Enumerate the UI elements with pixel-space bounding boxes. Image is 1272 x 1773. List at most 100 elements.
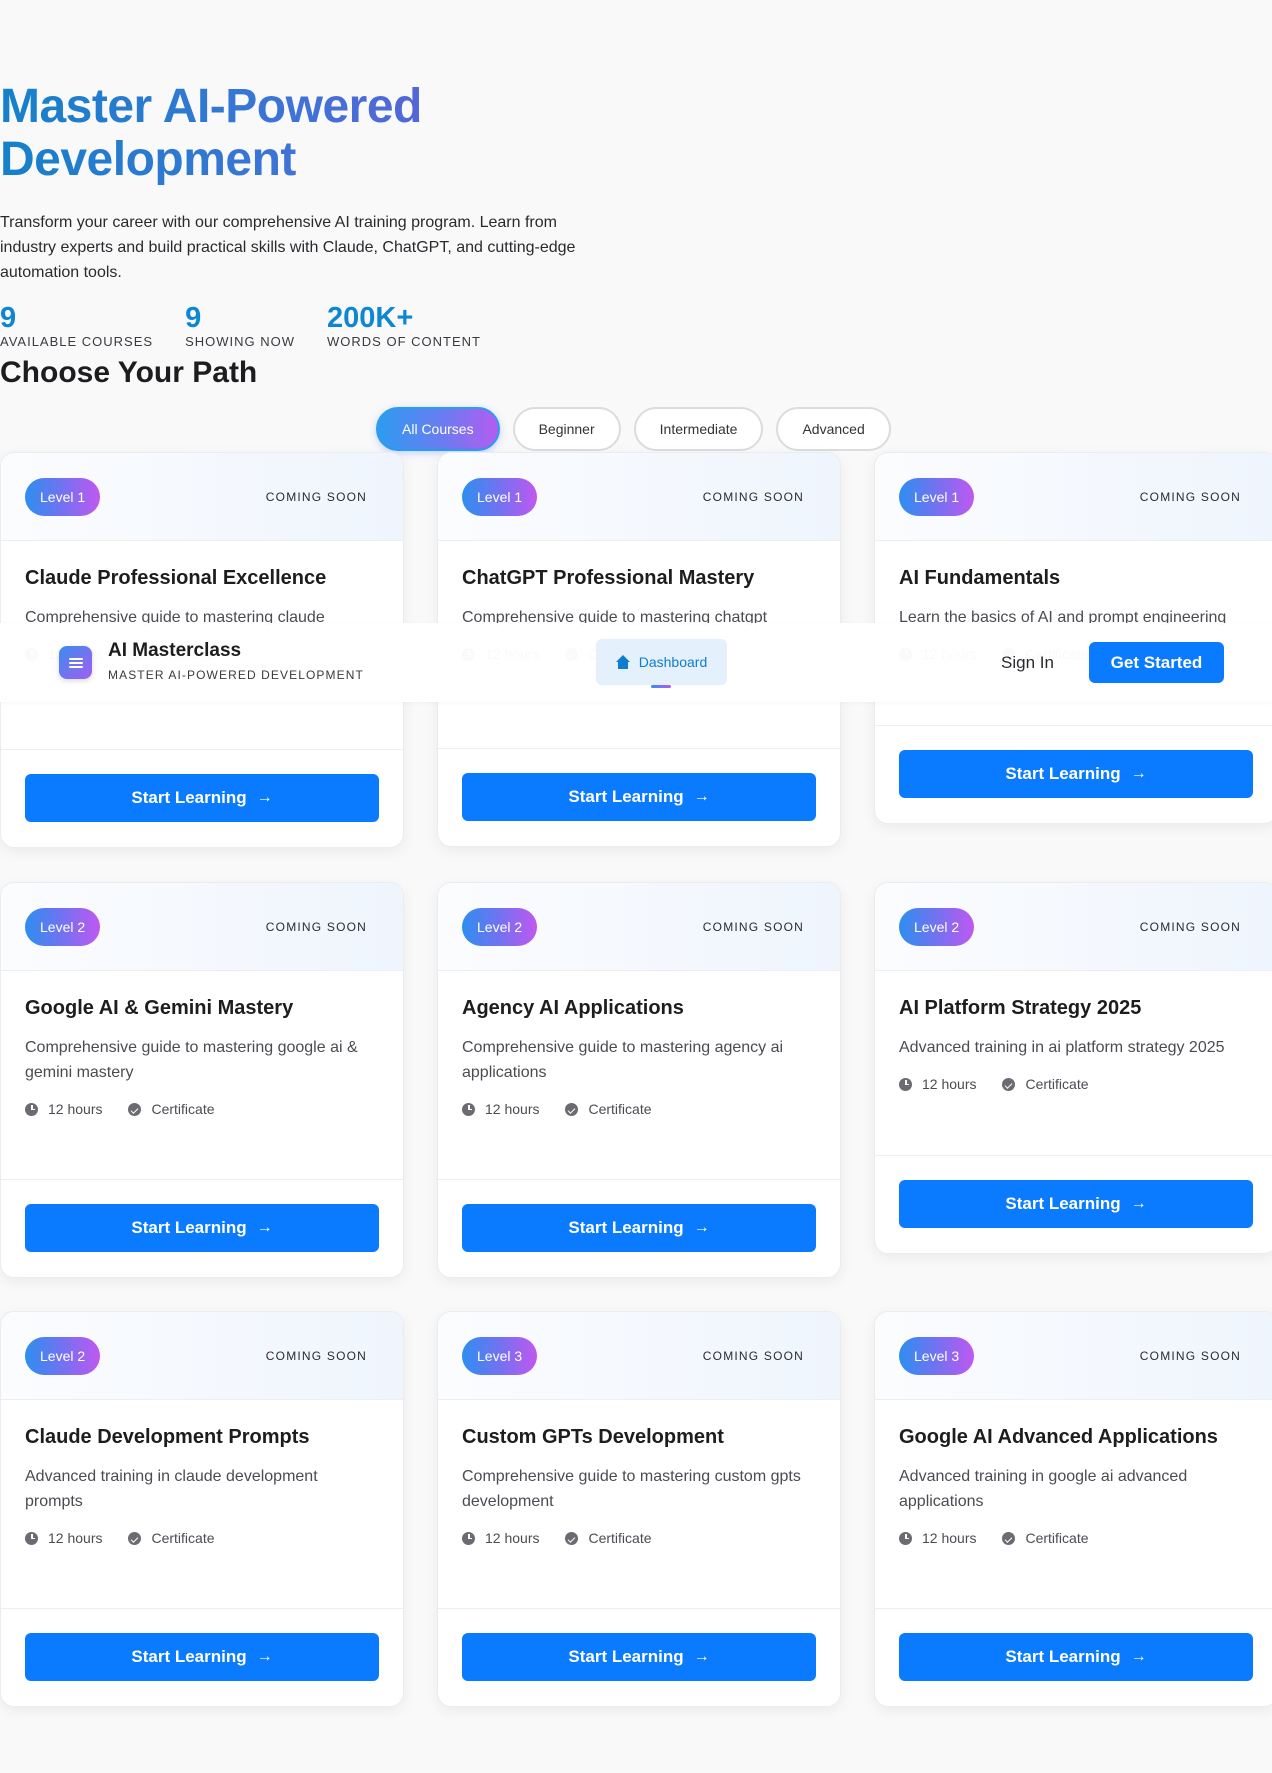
course-meta: 12 hours Certificate xyxy=(25,1101,379,1117)
certificate: Certificate xyxy=(565,1530,652,1546)
certificate: Certificate xyxy=(1002,1076,1089,1092)
start-learning-button[interactable]: Start Learning → xyxy=(462,1633,816,1681)
start-learning-label: Start Learning xyxy=(568,1218,684,1237)
hero-title-line2: Development xyxy=(0,133,296,186)
filter-bar: All Courses Beginner Intermediate Advanc… xyxy=(376,407,891,451)
check-circle-icon xyxy=(128,1531,142,1545)
duration-label: 12 hours xyxy=(922,1530,977,1546)
nav-dashboard[interactable]: Dashboard xyxy=(596,639,727,685)
arrow-right-icon: → xyxy=(1130,1195,1147,1212)
level-badge: Level 1 xyxy=(899,477,975,516)
start-learning-label: Start Learning xyxy=(568,787,684,806)
start-learning-button[interactable]: Start Learning → xyxy=(899,1180,1253,1228)
hero-title: Master AI-Powered Development xyxy=(0,80,640,186)
level-badge: Level 3 xyxy=(462,1336,538,1375)
start-learning-label: Start Learning xyxy=(131,1218,247,1237)
start-learning-button[interactable]: Start Learning → xyxy=(899,750,1253,798)
course-card-header: Level 2 COMING SOON xyxy=(1,883,403,971)
duration: 12 hours xyxy=(899,1530,976,1546)
navbar: AI Masterclass MASTER AI-POWERED DEVELOP… xyxy=(0,623,1272,702)
certificate-label: Certificate xyxy=(1025,1076,1089,1092)
certificate-label: Certificate xyxy=(151,1101,215,1117)
course-card-header: Level 1 COMING SOON xyxy=(438,453,840,541)
check-circle-icon xyxy=(128,1102,142,1116)
course-description: Comprehensive guide to mastering custom … xyxy=(462,1468,801,1510)
status-label: COMING SOON xyxy=(265,1348,367,1363)
course-card: Level 3 COMING SOON Custom GPTs Developm… xyxy=(437,1311,841,1707)
duration: 12 hours xyxy=(899,1076,976,1092)
stat-value: 200K+ xyxy=(327,302,414,334)
course-card-header: Level 2 COMING SOON xyxy=(438,883,840,971)
status-label: COMING SOON xyxy=(702,1348,804,1363)
course-meta: 12 hours Certificate xyxy=(462,1101,816,1117)
active-nav-indicator xyxy=(651,685,671,688)
course-title: Claude Professional Excellence xyxy=(25,567,327,589)
course-description: Comprehensive guide to mastering agency … xyxy=(462,1039,784,1081)
arrow-right-icon: → xyxy=(1130,765,1147,782)
course-card-footer: Start Learning → xyxy=(438,1608,840,1706)
course-title: AI Fundamentals xyxy=(899,567,1061,589)
course-meta: 12 hours Certificate xyxy=(25,1530,379,1546)
certificate: Certificate xyxy=(128,1101,215,1117)
course-card: Level 3 COMING SOON Google AI Advanced A… xyxy=(874,1311,1272,1707)
level-badge: Level 1 xyxy=(25,477,101,516)
start-learning-button[interactable]: Start Learning → xyxy=(25,774,379,822)
filter-all-courses[interactable]: All Courses xyxy=(376,407,500,451)
duration: 12 hours xyxy=(25,1530,102,1546)
start-learning-label: Start Learning xyxy=(1005,764,1121,783)
filter-beginner[interactable]: Beginner xyxy=(512,407,621,451)
course-card-header: Level 3 COMING SOON xyxy=(875,1312,1272,1400)
filter-intermediate[interactable]: Intermediate xyxy=(633,407,764,451)
start-learning-button[interactable]: Start Learning → xyxy=(899,1633,1253,1681)
sign-in-link[interactable]: Sign In xyxy=(1001,653,1054,673)
stat-available-courses: 9 AVAILABLE COURSES xyxy=(0,302,153,350)
nav-dashboard-label: Dashboard xyxy=(638,654,708,670)
arrow-right-icon: → xyxy=(693,788,710,805)
stat-value: 9 xyxy=(185,302,202,334)
status-label: COMING SOON xyxy=(702,919,804,934)
start-learning-button[interactable]: Start Learning → xyxy=(25,1633,379,1681)
brand-name[interactable]: AI Masterclass xyxy=(108,640,241,662)
start-learning-button[interactable]: Start Learning → xyxy=(462,773,816,821)
start-learning-label: Start Learning xyxy=(1005,1194,1121,1213)
course-description: Comprehensive guide to mastering google … xyxy=(25,1039,358,1081)
certificate: Certificate xyxy=(1002,1530,1089,1546)
level-badge: Level 2 xyxy=(899,907,975,946)
check-circle-icon xyxy=(1002,1077,1016,1091)
filter-advanced[interactable]: Advanced xyxy=(776,407,891,451)
course-card-body: Google AI Advanced Applications Advanced… xyxy=(875,1400,1272,1546)
hero-description: Transform your career with our comprehen… xyxy=(0,214,576,281)
get-started-button[interactable]: Get Started xyxy=(1089,642,1224,683)
course-meta: 12 hours Certificate xyxy=(899,1530,1253,1546)
stat-words-of-content: 200K+ WORDS OF CONTENT xyxy=(327,302,481,350)
duration-label: 12 hours xyxy=(922,1076,977,1092)
course-card-footer: Start Learning → xyxy=(875,1155,1272,1253)
start-learning-button[interactable]: Start Learning → xyxy=(462,1204,816,1252)
brand-tagline: MASTER AI-POWERED DEVELOPMENT xyxy=(108,668,364,682)
menu-icon[interactable] xyxy=(59,646,92,679)
course-card-body: Agency AI Applications Comprehensive gui… xyxy=(438,971,840,1117)
course-card-footer: Start Learning → xyxy=(1,749,403,847)
duration: 12 hours xyxy=(25,1101,102,1117)
arrow-right-icon: → xyxy=(693,1219,710,1236)
course-meta: 12 hours Certificate xyxy=(462,1530,816,1546)
certificate-label: Certificate xyxy=(588,1530,652,1546)
start-learning-label: Start Learning xyxy=(131,788,247,807)
course-title: ChatGPT Professional Mastery xyxy=(462,567,755,589)
check-circle-icon xyxy=(565,1531,579,1545)
status-label: COMING SOON xyxy=(1139,489,1241,504)
course-card-header: Level 1 COMING SOON xyxy=(875,453,1272,541)
course-card-header: Level 2 COMING SOON xyxy=(875,883,1272,971)
level-badge: Level 1 xyxy=(462,477,538,516)
course-title: AI Platform Strategy 2025 xyxy=(899,997,1142,1019)
course-title: Google AI & Gemini Mastery xyxy=(25,997,294,1019)
duration-label: 12 hours xyxy=(48,1530,103,1546)
start-learning-label: Start Learning xyxy=(131,1647,247,1666)
clock-icon xyxy=(25,1531,38,1545)
level-badge: Level 2 xyxy=(25,907,101,946)
start-learning-button[interactable]: Start Learning → xyxy=(25,1204,379,1252)
clock-icon xyxy=(25,1102,38,1116)
clock-icon xyxy=(462,1531,475,1545)
duration-label: 12 hours xyxy=(48,1101,103,1117)
course-card-footer: Start Learning → xyxy=(875,1608,1272,1706)
